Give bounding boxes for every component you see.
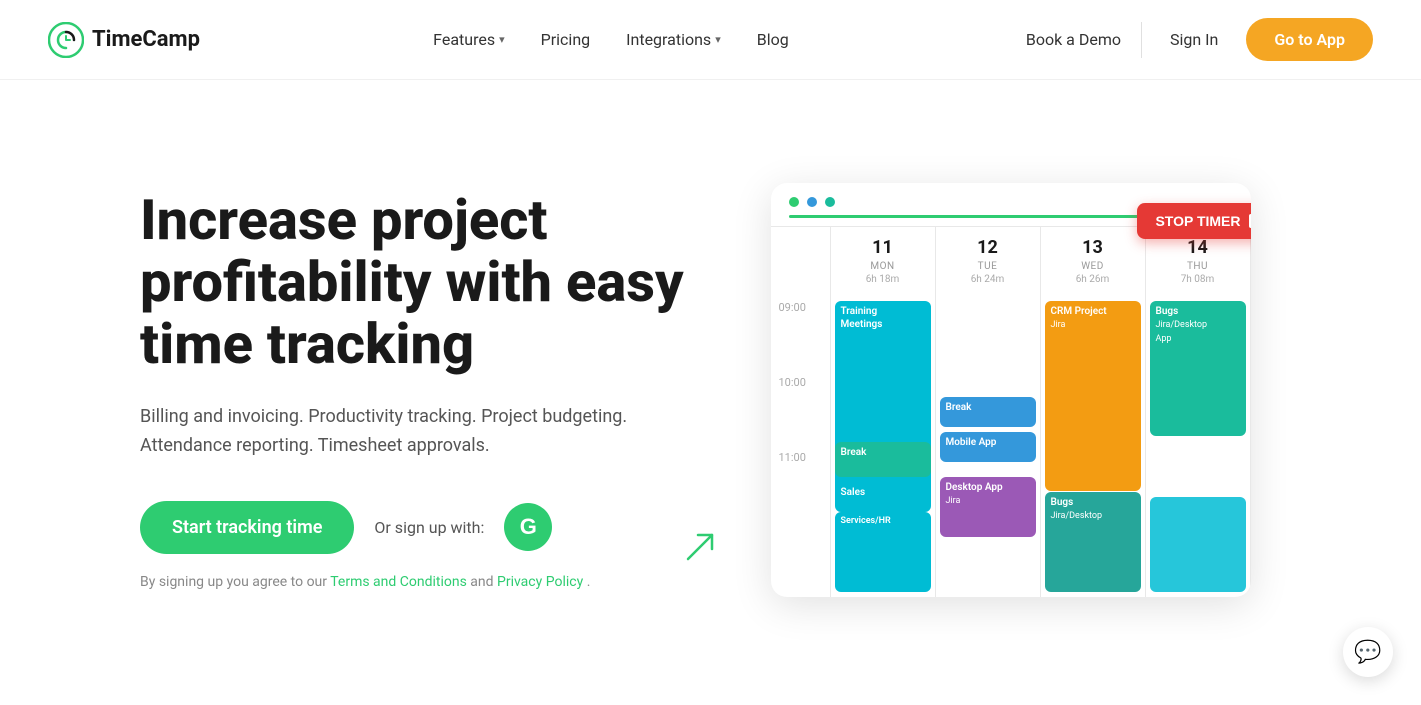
cal-day-num-14: 14	[1154, 237, 1242, 258]
time-label-1000: 10:00	[771, 372, 830, 447]
deco-arrow-icon	[680, 527, 720, 567]
cal-empty-header	[771, 227, 831, 297]
hero-subtext: Billing and invoicing. Productivity trac…	[140, 403, 700, 461]
cal-day-num-11: 11	[839, 237, 927, 258]
event-bugs-wed: BugsJira/Desktop	[1045, 492, 1141, 592]
time-label-1200	[771, 522, 830, 597]
day-col-mon: TrainingMeetings Break Sales Services/HR	[831, 297, 936, 597]
hero-left: Increase project profitability with easy…	[140, 190, 700, 589]
nav-pricing[interactable]: Pricing	[527, 22, 605, 57]
integrations-chevron-icon: ▾	[715, 33, 721, 46]
nav-integrations[interactable]: Integrations ▾	[612, 22, 735, 57]
time-label-900: 09:00	[771, 297, 830, 372]
day-col-wed: CRM ProjectJira BugsJira/Desktop	[1041, 297, 1146, 597]
time-column: 09:00 10:00 11:00	[771, 297, 831, 597]
cal-day-name-12: TUE	[978, 261, 998, 272]
privacy-link[interactable]: Privacy Policy	[497, 574, 583, 590]
event-bugs-thu-top: BugsJira/DesktopApp	[1150, 301, 1246, 436]
navbar: TimeCamp Features ▾ Pricing Integrations…	[0, 0, 1421, 80]
nav-blog[interactable]: Blog	[743, 22, 803, 57]
cal-day-name-14: THU	[1187, 261, 1208, 272]
day-col-tue: Break Mobile App Desktop AppJira	[936, 297, 1041, 597]
event-break-mon: Break	[835, 442, 931, 477]
dot-teal	[825, 197, 835, 207]
chat-bubble-button[interactable]: 💬	[1343, 627, 1393, 677]
cal-day-12: 12 TUE 6h 24m	[936, 227, 1041, 297]
event-bugs-thu-bottom	[1150, 497, 1246, 592]
cal-hours-12: 6h 24m	[944, 272, 1032, 287]
stop-icon	[1249, 214, 1251, 228]
cal-day-num-13: 13	[1049, 237, 1137, 258]
hero-section: Increase project profitability with easy…	[0, 80, 1421, 700]
dot-green	[789, 197, 799, 207]
cal-day-num-12: 12	[944, 237, 1032, 258]
hero-headline: Increase project profitability with easy…	[140, 190, 700, 375]
cal-day-11: 11 MON 6h 18m	[831, 227, 936, 297]
event-desktop-app: Desktop AppJira	[940, 477, 1036, 537]
hero-right: 11 MON 6h 18m 12 TUE 6h 24m 13 WED 6h 26…	[700, 183, 1321, 597]
timecamp-logo-icon	[48, 22, 84, 58]
chat-icon: 💬	[1354, 640, 1381, 665]
cal-day-name-11: MON	[870, 261, 894, 272]
google-signup-button[interactable]: G	[504, 503, 552, 551]
dot-blue	[807, 197, 817, 207]
sign-in-button[interactable]: Sign In	[1158, 22, 1230, 57]
hero-cta-row: Start tracking time Or sign up with: G	[140, 501, 700, 554]
day-col-thu: BugsJira/DesktopApp	[1146, 297, 1251, 597]
google-icon: G	[520, 514, 537, 540]
cal-hours-13: 6h 26m	[1049, 272, 1137, 287]
event-services-hr: Services/HR	[835, 512, 931, 592]
terms-text: By signing up you agree to our Terms and…	[140, 574, 700, 590]
calendar-body: 09:00 10:00 11:00 TrainingMeetings Break…	[771, 297, 1251, 597]
stop-timer-label: STOP TIMER	[1155, 213, 1240, 229]
or-sign-up-label: Or sign up with:	[374, 518, 484, 537]
stop-timer-button[interactable]: STOP TIMER	[1137, 203, 1250, 239]
logo-text: TimeCamp	[92, 27, 200, 52]
nav-divider	[1141, 22, 1142, 58]
features-chevron-icon: ▾	[499, 33, 505, 46]
event-crm-project: CRM ProjectJira	[1045, 301, 1141, 491]
terms-link[interactable]: Terms and Conditions	[330, 574, 467, 590]
cal-day-13: 13 WED 6h 26m	[1041, 227, 1146, 297]
go-to-app-button[interactable]: Go to App	[1246, 18, 1373, 61]
time-label-1100: 11:00	[771, 447, 830, 522]
logo[interactable]: TimeCamp	[48, 22, 200, 58]
cal-day-name-13: WED	[1081, 261, 1104, 272]
event-sales: Sales	[835, 482, 931, 512]
event-break-tue: Break	[940, 397, 1036, 427]
main-nav: Features ▾ Pricing Integrations ▾ Blog	[419, 22, 803, 57]
start-tracking-button[interactable]: Start tracking time	[140, 501, 354, 554]
event-mobile-app: Mobile App	[940, 432, 1036, 462]
book-demo-button[interactable]: Book a Demo	[1022, 22, 1125, 57]
cal-hours-14: 7h 08m	[1154, 272, 1242, 287]
navbar-actions: Book a Demo Sign In Go to App	[1022, 18, 1373, 61]
calendar-card: 11 MON 6h 18m 12 TUE 6h 24m 13 WED 6h 26…	[771, 183, 1251, 597]
cal-hours-11: 6h 18m	[839, 272, 927, 287]
nav-features[interactable]: Features ▾	[419, 22, 518, 57]
